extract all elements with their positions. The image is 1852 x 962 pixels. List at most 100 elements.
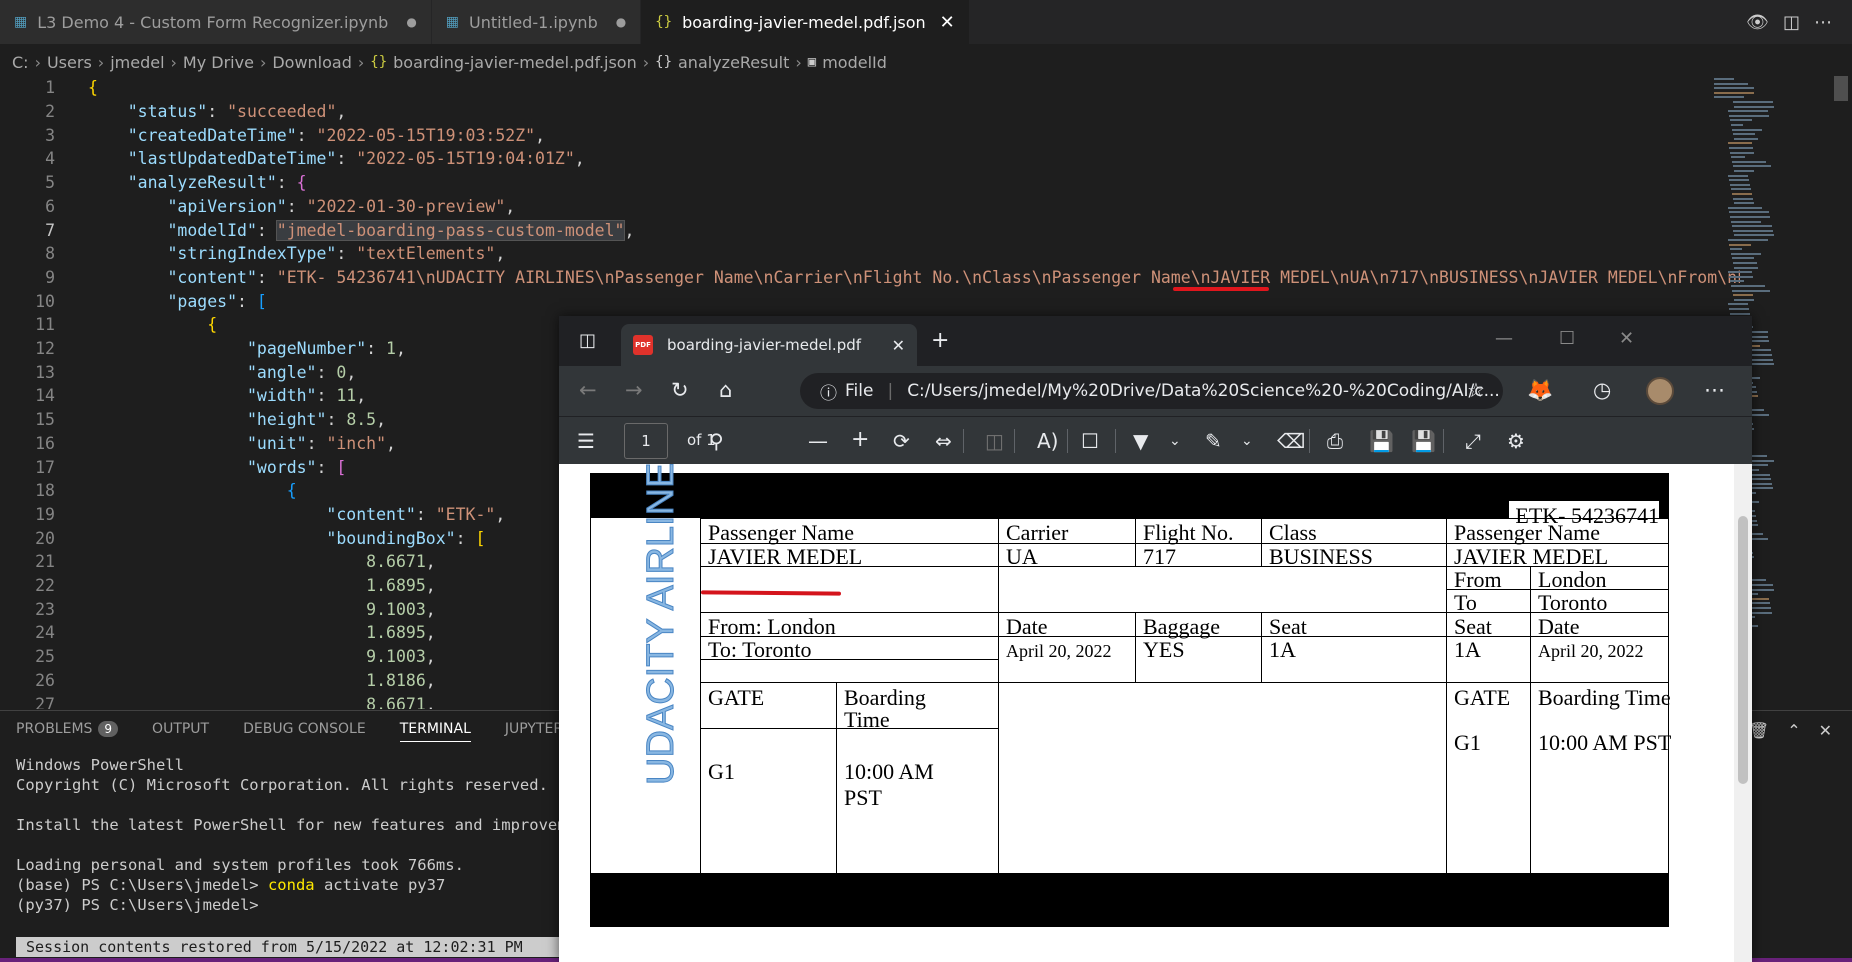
maximize-icon[interactable]: ☐ [1559, 328, 1575, 349]
code-text: 1.6895, [88, 623, 436, 642]
json-key: "modelId" [167, 220, 257, 240]
address-bar[interactable]: ⓘ File | C:/Users/jmedel/My%20Drive/Data… [800, 373, 1503, 409]
tab-jupyter[interactable]: JUPYTER [505, 721, 563, 742]
refresh-icon[interactable]: ↻ [671, 378, 689, 402]
pdf-document-view[interactable]: ETK- 54236741 UDACITY AIRLINES Passenger… [559, 464, 1752, 962]
command-args: activate py37 [314, 876, 446, 894]
code-text: "analyzeResult": { [88, 173, 307, 192]
tab-terminal[interactable]: TERMINAL [399, 721, 471, 742]
favorite-star-icon[interactable]: ☆ [1467, 378, 1485, 402]
tab-problems-label: PROBLEMS [16, 721, 93, 737]
json-punctuation: : [207, 102, 228, 122]
zoom-out-icon[interactable]: — [808, 429, 828, 453]
code-line[interactable]: 9 "content": "ETK- 54236741\nUDACITY AIR… [0, 266, 1740, 290]
breadcrumb-users[interactable]: Users [47, 53, 92, 72]
chevron-down-icon[interactable]: ⌄ [1169, 433, 1181, 449]
json-string: "jmedel-boarding-pass-custom-model" [275, 219, 626, 241]
editor-scrollbar-thumb[interactable] [1834, 76, 1848, 101]
more-icon[interactable]: ⋯ [1704, 378, 1725, 402]
metamask-extension-icon[interactable]: 🦊 [1527, 378, 1553, 403]
zoom-in-icon[interactable]: + [851, 427, 869, 452]
home-icon[interactable]: ⌂ [719, 378, 732, 402]
tab-debug-console[interactable]: DEBUG CONSOLE [243, 721, 366, 742]
json-punctuation [88, 434, 247, 453]
forward-icon[interactable]: → [625, 378, 643, 402]
save-as-icon[interactable]: 💾 [1411, 429, 1436, 453]
stub-from-label: From [1454, 567, 1502, 592]
modified-dot-icon[interactable]: ● [616, 15, 626, 29]
json-punctuation: : [366, 339, 387, 359]
pdf-scrollbar-thumb[interactable] [1738, 516, 1748, 784]
page-view-icon[interactable]: ◫ [985, 429, 1004, 453]
breadcrumb-drive[interactable]: C: [12, 53, 29, 72]
breadcrumb-analyze-result[interactable]: analyzeResult [678, 53, 789, 72]
code-line[interactable]: 5 "analyzeResult": { [0, 171, 1740, 195]
breadcrumb-my-drive[interactable]: My Drive [183, 53, 254, 72]
tab-untitled-1[interactable]: ▦ Untitled-1.ipynb ● [431, 0, 642, 44]
fullscreen-icon[interactable]: ⤢ [1465, 429, 1481, 453]
json-number: 1.8186 [366, 670, 426, 690]
minimize-icon[interactable]: — [1495, 328, 1513, 349]
code-line[interactable]: 6 "apiVersion": "2022-01-30-preview", [0, 195, 1740, 219]
text-box-icon[interactable]: ☐ [1081, 429, 1099, 453]
draw-icon[interactable]: ▼ [1133, 429, 1148, 453]
settings-gear-icon[interactable]: ⚙ [1507, 429, 1525, 453]
close-icon[interactable]: ✕ [1819, 721, 1832, 740]
minimap-line [1729, 179, 1749, 182]
tab-problems[interactable]: PROBLEMS 9 [16, 721, 119, 742]
breadcrumb-download[interactable]: Download [272, 53, 352, 72]
preview-eye-icon[interactable]: 👁 [1746, 12, 1769, 33]
breadcrumb-user[interactable]: jmedel [110, 53, 164, 72]
modified-dot-icon[interactable]: ● [406, 15, 416, 29]
search-icon[interactable]: ⚲ [709, 429, 724, 453]
erase-icon[interactable]: ⌫ [1277, 429, 1305, 453]
close-icon[interactable]: ✕ [940, 12, 955, 33]
save-icon[interactable]: 💾 [1369, 429, 1394, 453]
json-key: "unit" [246, 433, 307, 453]
chevron-down-icon[interactable]: ⌄ [1241, 433, 1253, 449]
tab-output[interactable]: OUTPUT [152, 721, 209, 742]
stub-gate-label: GATE [1454, 685, 1511, 710]
browser-tab[interactable]: PDF boarding-javier-medel.pdf ✕ [621, 324, 917, 366]
fit-to-page-icon[interactable]: ⇔ [935, 429, 952, 453]
breadcrumb-model-id[interactable]: modelId [822, 53, 887, 72]
page-number-input[interactable]: 1 [624, 423, 668, 459]
json-punctuation: : [256, 267, 277, 287]
tab-l3-demo-4[interactable]: ▦ L3 Demo 4 - Custom Form Recognizer.ipy… [0, 0, 432, 44]
new-tab-icon[interactable]: + [931, 328, 949, 353]
tab-actions-icon[interactable]: ◫ [579, 330, 596, 351]
close-icon[interactable]: ✕ [892, 336, 905, 355]
grid-line [700, 682, 1668, 683]
chevron-up-icon[interactable]: ⌃ [1787, 721, 1800, 740]
print-icon[interactable]: ⎙ [1327, 429, 1343, 453]
back-icon[interactable]: ← [579, 378, 597, 402]
chevron-right-icon: › [34, 52, 41, 72]
code-line[interactable]: 1{ [0, 76, 1740, 100]
line-number: 26 [35, 670, 55, 690]
tab-boarding-json[interactable]: {} boarding-javier-medel.pdf.json ✕ [641, 0, 970, 44]
read-aloud-icon[interactable]: A) [1037, 429, 1058, 453]
code-line[interactable]: 7 "modelId": "jmedel-boarding-pass-custo… [0, 218, 1740, 242]
split-editor-icon[interactable]: ◫ [1783, 12, 1800, 33]
highlight-icon[interactable]: ✎ [1205, 429, 1222, 453]
pdf-scrollbar[interactable] [1734, 464, 1752, 962]
breadcrumb-file[interactable]: boarding-javier-medel.pdf.json [393, 53, 637, 72]
code-line[interactable]: 3 "createdDateTime": "2022-05-15T19:03:5… [0, 123, 1740, 147]
json-number: 1.6895 [366, 623, 426, 643]
close-window-icon[interactable]: ✕ [1619, 328, 1634, 349]
contents-icon[interactable]: ☰ [577, 429, 595, 453]
code-line[interactable]: 8 "stringIndexType": "textElements", [0, 242, 1740, 266]
json-key: "createdDateTime" [127, 125, 297, 145]
history-icon[interactable]: ◷ [1593, 378, 1611, 402]
rotate-icon[interactable]: ⟳ [893, 429, 910, 453]
avatar[interactable] [1646, 377, 1674, 405]
code-line[interactable]: 10 "pages": [ [0, 289, 1740, 313]
minimap-line [1731, 220, 1761, 223]
more-actions-icon[interactable]: ⋯ [1814, 12, 1832, 33]
line-number: 15 [35, 410, 55, 430]
minimap-line [1729, 308, 1749, 310]
code-line[interactable]: 2 "status": "succeeded", [0, 100, 1740, 124]
terminal-output[interactable]: Windows PowerShell Copyright (C) Microsof… [16, 755, 576, 915]
code-line[interactable]: 4 "lastUpdatedDateTime": "2022-05-15T19:… [0, 147, 1740, 171]
